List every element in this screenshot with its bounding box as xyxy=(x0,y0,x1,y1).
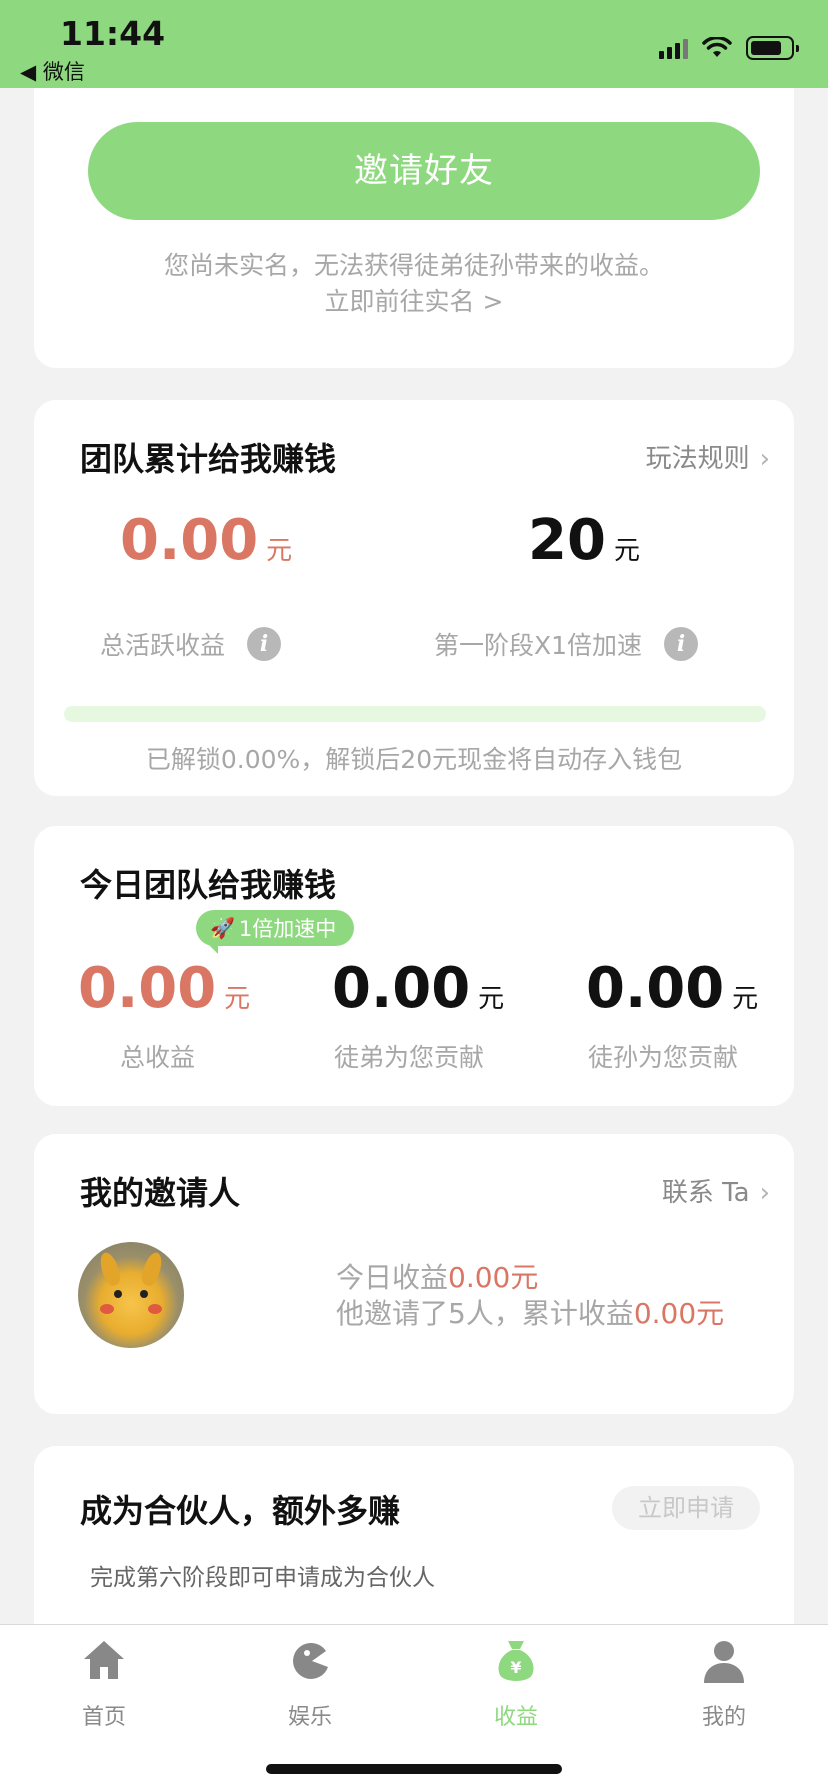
tab-home-label: 首页 xyxy=(81,1705,126,1730)
today-total-unit: 元 xyxy=(224,984,251,1014)
info-icon[interactable]: i xyxy=(664,627,699,661)
disciple-amount: 0.00 元 xyxy=(332,956,504,1021)
real-name-notice: 您尚未实名，无法获得徒弟徒孙带来的收益。 立即前往实名 > xyxy=(34,248,794,320)
home-icon xyxy=(84,1641,124,1679)
team-total-card: 团队累计给我赚钱 玩法规则 › 0.00 元 总活跃收益 i 20 元 第一阶段X1倍… xyxy=(34,400,794,796)
grand-disciple-label: 徒孙为您贡献 xyxy=(588,1043,739,1072)
today-team-card: 今日团队给我赚钱 🚀 1倍加速中 0.00 元 总收益 0.00 元 徒弟为您贡献 … xyxy=(34,826,794,1106)
active-income-label-row: 总活跃收益 i xyxy=(100,626,282,662)
inviter-invited-label: 他邀请了5人，累计收益 xyxy=(336,1297,634,1330)
inviter-cumulative-row: 他邀请了5人，累计收益0.00元 xyxy=(336,1296,724,1332)
unlock-note: 已解锁0.00%，解锁后20元现金将自动存入钱包 xyxy=(145,745,683,774)
money-bag-icon: ¥ xyxy=(498,1641,534,1681)
partner-title: 成为合伙人，额外多赚 xyxy=(80,1492,401,1530)
inviter-today-value: 0.00元 xyxy=(448,1261,539,1294)
chevron-right-icon: › xyxy=(759,1178,770,1208)
info-icon[interactable]: i xyxy=(247,627,282,661)
boost-badge: 🚀 1倍加速中 xyxy=(196,910,355,954)
unlock-progress-bar xyxy=(64,706,766,722)
today-total-amount: 0.00 元 xyxy=(78,956,250,1021)
disciple-unit: 元 xyxy=(478,984,505,1014)
tab-mine-label: 我的 xyxy=(701,1705,746,1730)
tab-earnings-label: 收益 xyxy=(493,1705,538,1730)
invite-friends-button[interactable]: 邀请好友 xyxy=(88,122,760,220)
cellular-signal-icon xyxy=(659,37,688,59)
stage-reward-label-row: 第一阶段X1倍加速 i xyxy=(434,626,699,662)
svg-text:¥: ¥ xyxy=(510,1658,521,1677)
status-time: 11:44 xyxy=(60,14,166,53)
chevron-right-icon: › xyxy=(759,444,770,474)
grand-disciple-value: 0.00 xyxy=(586,956,725,1021)
inviter-avatar[interactable] xyxy=(78,1242,184,1348)
home-indicator xyxy=(266,1764,562,1774)
real-name-warning: 您尚未实名，无法获得徒弟徒孙带来的收益。 xyxy=(163,251,664,280)
wifi-icon xyxy=(702,37,732,57)
tab-entertainment[interactable]: 娱乐 xyxy=(250,1637,370,1731)
contact-inviter-link[interactable]: 联系 Ta › xyxy=(662,1172,770,1209)
my-inviter-card: 我的邀请人 联系 Ta › 今日收益0.00元 他邀请了5人，累计收益0.00元 xyxy=(34,1134,794,1414)
today-team-title: 今日团队给我赚钱 xyxy=(80,866,337,904)
team-total-title: 团队累计给我赚钱 xyxy=(80,440,337,478)
boost-badge-label: 1倍加速中 xyxy=(238,917,337,941)
inviter-today-row: 今日收益0.00元 xyxy=(336,1260,724,1296)
stage-reward-amount: 20 元 xyxy=(528,508,640,573)
active-income-unit: 元 xyxy=(266,536,293,566)
partner-description: 完成第六阶段即可申请成为合伙人 xyxy=(90,1565,435,1591)
disciple-label: 徒弟为您贡献 xyxy=(334,1043,485,1072)
stage-reward-label: 第一阶段X1倍加速 xyxy=(434,631,643,660)
game-icon xyxy=(293,1642,328,1679)
stage-reward-unit: 元 xyxy=(613,536,640,566)
inviter-today-label: 今日收益 xyxy=(336,1261,449,1294)
rules-link-label: 玩法规则 xyxy=(645,444,750,474)
grand-disciple-amount: 0.00 元 xyxy=(586,956,758,1021)
today-total-value: 0.00 xyxy=(78,956,217,1021)
active-income-label: 总活跃收益 xyxy=(100,631,226,660)
tab-earnings[interactable]: ¥ 收益 xyxy=(456,1637,576,1731)
apply-partner-button[interactable]: 立即申请 xyxy=(612,1486,760,1530)
person-icon xyxy=(704,1641,744,1683)
disciple-value: 0.00 xyxy=(332,956,471,1021)
tab-home[interactable]: 首页 xyxy=(44,1637,164,1731)
grand-disciple-unit: 元 xyxy=(732,984,759,1014)
rules-link[interactable]: 玩法规则 › xyxy=(646,438,770,475)
my-inviter-title: 我的邀请人 xyxy=(80,1174,241,1212)
status-bar: 11:44 ◀ 微信 xyxy=(0,0,828,88)
tab-entertainment-label: 娱乐 xyxy=(287,1705,332,1730)
battery-icon xyxy=(746,36,799,60)
today-total-label: 总收益 xyxy=(120,1043,196,1072)
active-income-value: 0.00 xyxy=(120,508,259,573)
partner-card: 成为合伙人，额外多赚 立即申请 完成第六阶段即可申请成为合伙人 xyxy=(34,1446,794,1636)
tab-mine[interactable]: 我的 xyxy=(664,1637,784,1731)
verify-real-name-link[interactable]: 立即前往实名 > xyxy=(34,284,794,320)
back-to-wechat-link[interactable]: ◀ 微信 xyxy=(20,56,85,86)
inviter-cumulative-value: 0.00元 xyxy=(633,1297,725,1330)
stage-reward-value: 20 xyxy=(528,508,606,573)
inviter-stats: 今日收益0.00元 他邀请了5人，累计收益0.00元 xyxy=(336,1260,724,1332)
active-income-amount: 0.00 元 xyxy=(120,508,292,573)
status-icons xyxy=(659,36,799,60)
invite-card: 邀请好友 您尚未实名，无法获得徒弟徒孙带来的收益。 立即前往实名 > xyxy=(34,88,794,368)
rocket-icon: 🚀 xyxy=(210,916,235,940)
contact-inviter-label: 联系 Ta xyxy=(661,1178,750,1208)
